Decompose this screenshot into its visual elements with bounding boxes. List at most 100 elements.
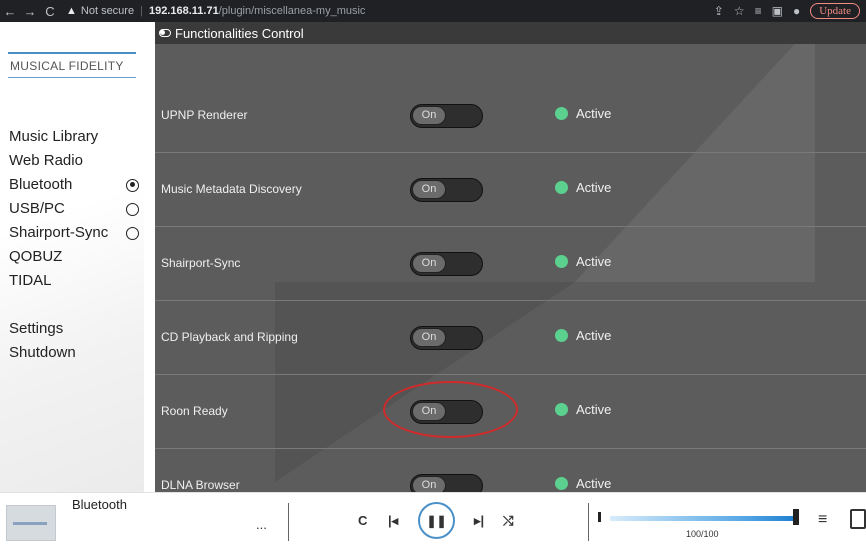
functionality-row-roon-ready: Roon Ready On Active [155, 375, 866, 449]
page-header: Functionalities Control [155, 22, 866, 44]
functionality-row-dlna-browser: DLNA Browser On Active [155, 449, 866, 492]
main-panel: Functionalities Control UPNP Renderer On… [155, 22, 866, 492]
status-indicator: Active [555, 106, 611, 121]
functionality-label: DLNA Browser [161, 478, 240, 492]
sidebar-item-usb-pc[interactable]: USB/PC [9, 197, 139, 221]
url-path: /plugin/miscellanea-my_music [218, 5, 366, 17]
sidebar-item-label: TIDAL [9, 272, 52, 289]
status-indicator: Active [555, 254, 611, 269]
side-panel-icon[interactable]: ▣ [772, 4, 783, 18]
status-dot-icon [555, 329, 568, 342]
status-text: Active [576, 402, 612, 417]
previous-icon[interactable]: |◂ [388, 513, 398, 529]
divider [588, 503, 589, 541]
shairport-sync-toggle[interactable]: On [410, 252, 483, 276]
roon-ready-toggle[interactable]: On [410, 400, 483, 424]
sidebar-item-shutdown[interactable]: Shutdown [9, 341, 139, 365]
functionality-label: CD Playback and Ripping [161, 330, 298, 344]
volume-handle[interactable] [793, 509, 799, 525]
volume-min-marker [598, 512, 601, 522]
sidebar-item-label: Shairport-Sync [9, 224, 109, 241]
functionality-row-music-metadata-discovery: Music Metadata Discovery On Active [155, 153, 866, 227]
sidebar-menu: Music Library Web Radio Bluetooth USB/PC… [9, 125, 139, 365]
status-dot-icon [555, 255, 568, 268]
reload-icon[interactable]: C [40, 4, 60, 19]
toggle-state: On [412, 180, 446, 199]
status-text: Active [576, 476, 612, 491]
sidebar: MUSICAL FIDELITY Music Library Web Radio… [0, 22, 144, 492]
album-art [6, 505, 56, 541]
address-bar[interactable]: ▲ Not secure | 192.168.11.71 /plugin/mis… [66, 2, 714, 20]
status-text: Active [576, 328, 612, 343]
sidebar-item-label: QOBUZ [9, 248, 63, 265]
toggle-state: On [412, 328, 446, 347]
functionality-label: Roon Ready [161, 404, 228, 418]
sidebar-item-label: Music Library [9, 128, 99, 145]
menu-spacer [9, 293, 139, 317]
browser-toolbar: ← → C ▲ Not secure | 192.168.11.71 /plug… [0, 0, 866, 22]
address-separator: | [140, 5, 143, 17]
sidebar-item-bluetooth[interactable]: Bluetooth [9, 173, 139, 197]
sidebar-item-label: Web Radio [9, 152, 83, 169]
status-text: Active [576, 254, 612, 269]
dlna-browser-toggle[interactable]: On [410, 474, 483, 492]
status-dot-icon [555, 477, 568, 490]
brand-logo: MUSICAL FIDELITY [8, 52, 136, 78]
page-title: Functionalities Control [175, 25, 304, 41]
functionality-row-upnp-renderer: UPNP Renderer On Active [155, 79, 866, 153]
sidebar-item-settings[interactable]: Settings [9, 317, 139, 341]
browser-actions: ⇪ ☆ ≡ ▣ ● Update [714, 3, 860, 19]
music-metadata-discovery-toggle[interactable]: On [410, 178, 483, 202]
functionality-label: UPNP Renderer [161, 108, 248, 122]
pause-button[interactable]: ❚❚ [418, 502, 455, 539]
toggle-state: On [412, 106, 446, 125]
warning-icon: ▲ [66, 5, 77, 17]
more-options-button[interactable]: ... [256, 517, 267, 532]
reading-list-icon[interactable]: ≡ [755, 4, 762, 18]
functionality-label: Music Metadata Discovery [161, 182, 302, 196]
queue-icon[interactable]: ≡ [818, 511, 827, 529]
shairport-sync-radio[interactable] [126, 226, 139, 240]
sidebar-item-web-radio[interactable]: Web Radio [9, 149, 139, 173]
repeat-icon[interactable]: C [358, 513, 367, 528]
toggle-state: On [412, 254, 446, 273]
forward-icon[interactable]: → [20, 4, 40, 19]
device-icon[interactable] [850, 509, 866, 529]
status-indicator: Active [555, 328, 611, 343]
upnp-renderer-toggle[interactable]: On [410, 104, 483, 128]
bookmark-star-icon[interactable]: ☆ [734, 4, 745, 18]
usb-pc-radio[interactable] [126, 202, 139, 216]
toggle-state: On [412, 476, 446, 492]
divider [288, 503, 289, 541]
sidebar-item-label: Settings [9, 320, 64, 337]
sidebar-item-qobuz[interactable]: QOBUZ [9, 245, 139, 269]
cd-playback-ripping-toggle[interactable]: On [410, 326, 483, 350]
status-indicator: Active [555, 402, 611, 417]
status-dot-icon [555, 181, 568, 194]
shuffle-icon[interactable]: ⤭ [503, 513, 513, 529]
volume-slider[interactable] [610, 516, 796, 521]
pause-icon: ❚❚ [426, 513, 447, 528]
update-button[interactable]: Update [810, 3, 860, 19]
status-indicator: Active [555, 180, 611, 195]
sidebar-item-label: Bluetooth [9, 176, 73, 193]
profile-icon[interactable]: ● [793, 4, 800, 18]
now-playing-source: Bluetooth [72, 497, 127, 512]
sidebar-item-tidal[interactable]: TIDAL [9, 269, 139, 293]
next-icon[interactable]: ▸| [474, 513, 484, 529]
share-icon[interactable]: ⇪ [714, 4, 724, 18]
status-dot-icon [555, 107, 568, 120]
back-icon[interactable]: ← [0, 4, 20, 19]
functionality-list: UPNP Renderer On Active Music Metadata D… [155, 79, 866, 492]
sidebar-item-music-library[interactable]: Music Library [9, 125, 139, 149]
sidebar-item-shairport-sync[interactable]: Shairport-Sync [9, 221, 139, 245]
sidebar-item-label: USB/PC [9, 200, 65, 217]
functionality-row-shairport-sync: Shairport-Sync On Active [155, 227, 866, 301]
status-dot-icon [555, 403, 568, 416]
status-text: Active [576, 106, 612, 121]
toggle-icon [159, 29, 171, 37]
toggle-state: On [412, 402, 446, 421]
status-indicator: Active [555, 476, 611, 491]
bluetooth-radio[interactable] [126, 178, 139, 192]
player-bar: Bluetooth ... C |◂ ❚❚ ▸| ⤭ 100/100 ≡ [0, 492, 866, 551]
